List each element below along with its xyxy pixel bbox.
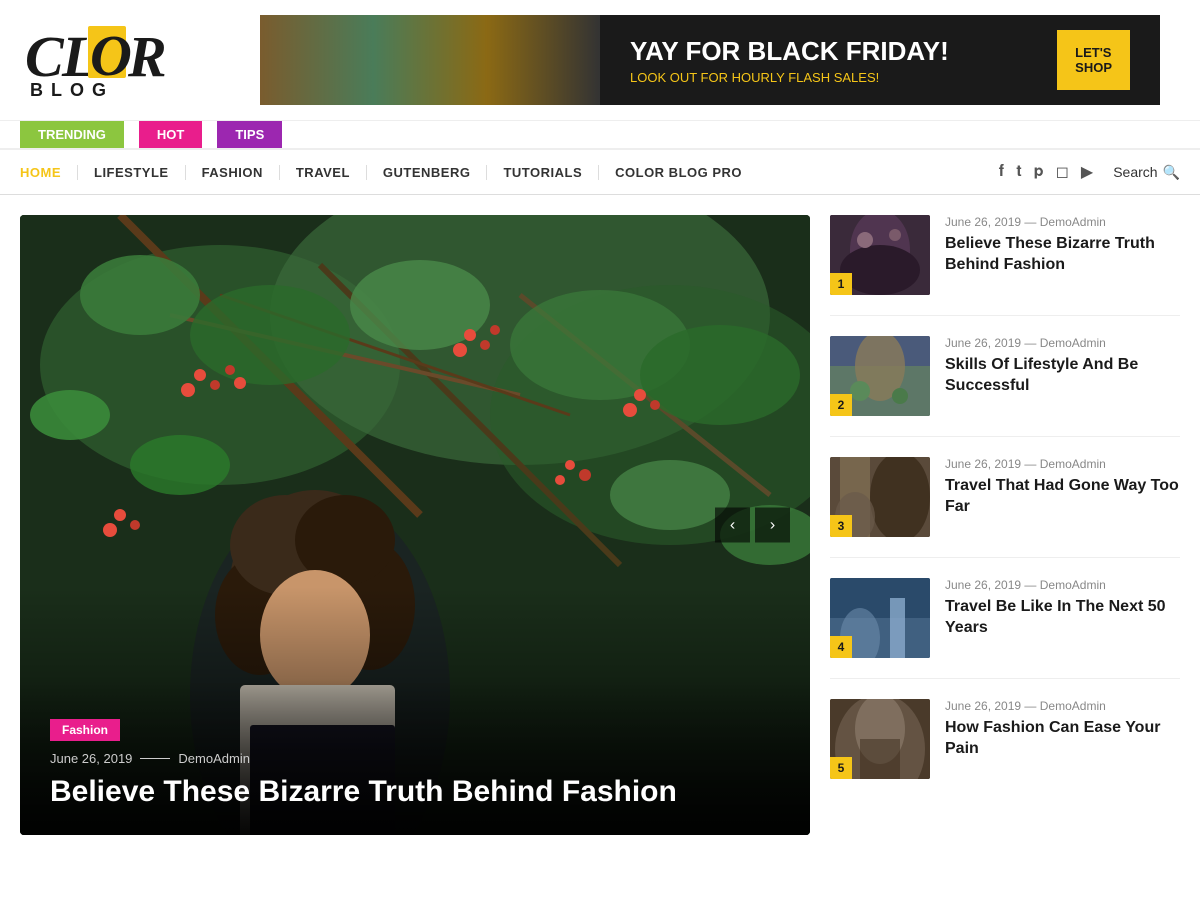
nav-tabs-bar: TRENDING HOT TIPS [0, 121, 1200, 150]
nav-tutorials[interactable]: TUTORIALS [487, 165, 599, 180]
hero-dash [140, 758, 170, 759]
sidebar-date-3: June 26, 2019 [945, 457, 1021, 471]
sidebar-date-2: June 26, 2019 [945, 336, 1021, 350]
youtube-icon[interactable]: ▶ [1081, 162, 1093, 182]
sidebar-item-3: 3 June 26, 2019 — DemoAdmin Travel That … [830, 457, 1180, 558]
svg-text:O: O [90, 23, 132, 88]
shop-button[interactable]: LET'SSHOP [1057, 30, 1130, 90]
instagram-icon[interactable]: ◻ [1056, 162, 1069, 182]
nav-gutenberg[interactable]: GUTENBERG [367, 165, 488, 180]
search-button[interactable]: Search 🔍 [1113, 164, 1180, 181]
sidebar-author-3: DemoAdmin [1040, 457, 1106, 471]
sidebar-thumb-5: 5 [830, 699, 930, 779]
sidebar-meta-1: June 26, 2019 — DemoAdmin [945, 215, 1180, 229]
hero-meta: June 26, 2019 DemoAdmin [50, 751, 780, 766]
facebook-icon[interactable]: 𝐟 [999, 163, 1005, 181]
main-nav-items: HOME LIFESTYLE FASHION TRAVEL GUTENBERG … [20, 165, 979, 180]
promo-text: YAY FOR BLACK FRIDAY! LOOK OUT FOR HOURL… [630, 36, 1057, 85]
nav-travel[interactable]: TRAVEL [280, 165, 367, 180]
sidebar-thumb-1: 1 [830, 215, 930, 295]
sidebar-num-1: 1 [830, 273, 852, 295]
nav-social-icons: 𝐟 𝐭 𝐩 ◻ ▶ [999, 162, 1093, 182]
sidebar-item-4: 4 June 26, 2019 — DemoAdmin Travel Be Li… [830, 578, 1180, 679]
sidebar-content-2: June 26, 2019 — DemoAdmin Skills Of Life… [945, 336, 1180, 397]
hero-prev-button[interactable]: ‹ [715, 508, 750, 543]
hero-date: June 26, 2019 [50, 751, 132, 766]
svg-text:R: R [127, 24, 167, 89]
sidebar-meta-5: June 26, 2019 — DemoAdmin [945, 699, 1180, 713]
sidebar-content-4: June 26, 2019 — DemoAdmin Travel Be Like… [945, 578, 1180, 639]
sidebar-content-1: June 26, 2019 — DemoAdmin Believe These … [945, 215, 1180, 276]
sidebar-title-2[interactable]: Skills Of Lifestyle And Be Successful [945, 355, 1180, 397]
sidebar-meta-3: June 26, 2019 — DemoAdmin [945, 457, 1180, 471]
nav-fashion[interactable]: FASHION [186, 165, 280, 180]
sidebar-author-5: DemoAdmin [1040, 699, 1106, 713]
sidebar-num-3: 3 [830, 515, 852, 537]
sidebar-dash-2: — [1024, 336, 1039, 350]
sidebar-title-5[interactable]: How Fashion Can Ease Your Pain [945, 718, 1180, 760]
sidebar-author-1: DemoAdmin [1040, 215, 1106, 229]
sidebar-item-5: 5 June 26, 2019 — DemoAdmin How Fashion … [830, 699, 1180, 799]
nav-home[interactable]: HOME [20, 165, 78, 180]
sidebar-author-4: DemoAdmin [1040, 578, 1106, 592]
hero-nav-buttons: ‹ › [715, 508, 790, 543]
hero-title[interactable]: Believe These Bizarre Truth Behind Fashi… [50, 774, 780, 810]
pinterest-icon[interactable]: 𝐩 [1034, 163, 1044, 181]
banner-image [260, 15, 600, 105]
promo-banner: YAY FOR BLACK FRIDAY! LOOK OUT FOR HOURL… [600, 15, 1160, 105]
search-label: Search [1113, 164, 1157, 180]
nav-lifestyle[interactable]: LIFESTYLE [78, 165, 186, 180]
tab-hot[interactable]: HOT [139, 121, 202, 148]
banner-area: YAY FOR BLACK FRIDAY! LOOK OUT FOR HOURL… [260, 15, 1160, 105]
sidebar-meta-2: June 26, 2019 — DemoAdmin [945, 336, 1180, 350]
header: C L O R BLOG YAY FOR BLACK FRIDAY! LOOK … [0, 0, 1200, 121]
hero-category-badge[interactable]: Fashion [50, 719, 120, 741]
sidebar-title-4[interactable]: Travel Be Like In The Next 50 Years [945, 597, 1180, 639]
main-nav: HOME LIFESTYLE FASHION TRAVEL GUTENBERG … [0, 150, 1200, 195]
logo-area: C L O R BLOG [20, 18, 240, 103]
sidebar-date-4: June 26, 2019 [945, 578, 1021, 592]
sidebar-dash-5: — [1024, 699, 1039, 713]
promo-sub: LOOK OUT FOR HOURLY FLASH SALES! [630, 70, 1057, 85]
sidebar-item-2: 2 June 26, 2019 — DemoAdmin Skills Of Li… [830, 336, 1180, 437]
sidebar-thumb-4: 4 [830, 578, 930, 658]
sidebar-thumb-3: 3 [830, 457, 930, 537]
svg-text:BLOG: BLOG [30, 80, 114, 100]
sidebar-author-2: DemoAdmin [1040, 336, 1106, 350]
content-area: ‹ › Fashion June 26, 2019 DemoAdmin Beli… [0, 195, 1200, 855]
promo-title: YAY FOR BLACK FRIDAY! [630, 36, 1057, 67]
hero-author: DemoAdmin [178, 751, 250, 766]
sidebar-dash-1: — [1024, 215, 1039, 229]
search-icon[interactable]: 🔍 [1163, 164, 1180, 181]
sidebar-dash-4: — [1024, 578, 1039, 592]
sidebar-dash-3: — [1024, 457, 1039, 471]
sidebar-thumb-2: 2 [830, 336, 930, 416]
twitter-icon[interactable]: 𝐭 [1016, 163, 1021, 181]
tab-tips[interactable]: TIPS [217, 121, 282, 148]
hero-overlay: Fashion June 26, 2019 DemoAdmin Believe … [20, 679, 810, 835]
logo-svg[interactable]: C L O R BLOG [20, 18, 220, 103]
nav-color-blog-pro[interactable]: COLOR BLOG PRO [599, 165, 758, 180]
sidebar-date-1: June 26, 2019 [945, 215, 1021, 229]
hero-next-button[interactable]: › [755, 508, 790, 543]
sidebar-title-1[interactable]: Believe These Bizarre Truth Behind Fashi… [945, 234, 1180, 276]
sidebar-num-2: 2 [830, 394, 852, 416]
sidebar-item-1: 1 June 26, 2019 — DemoAdmin Believe Thes… [830, 215, 1180, 316]
sidebar-title-3[interactable]: Travel That Had Gone Way Too Far [945, 476, 1180, 518]
tab-trending[interactable]: TRENDING [20, 121, 124, 148]
sidebar-content-3: June 26, 2019 — DemoAdmin Travel That Ha… [945, 457, 1180, 518]
hero-slider: ‹ › Fashion June 26, 2019 DemoAdmin Beli… [20, 215, 810, 835]
sidebar-date-5: June 26, 2019 [945, 699, 1021, 713]
sidebar-num-4: 4 [830, 636, 852, 658]
sidebar-meta-4: June 26, 2019 — DemoAdmin [945, 578, 1180, 592]
sidebar: 1 June 26, 2019 — DemoAdmin Believe Thes… [830, 215, 1180, 835]
sidebar-num-5: 5 [830, 757, 852, 779]
sidebar-content-5: June 26, 2019 — DemoAdmin How Fashion Ca… [945, 699, 1180, 760]
